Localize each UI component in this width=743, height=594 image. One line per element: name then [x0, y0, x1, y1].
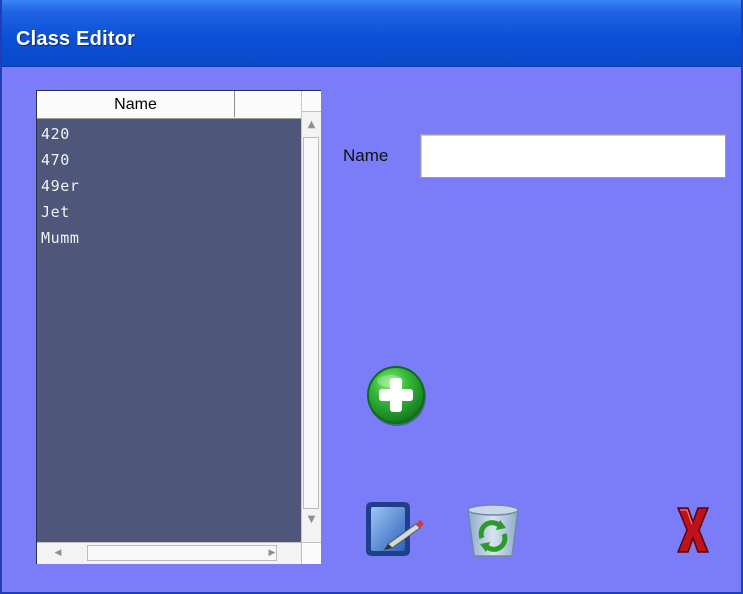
close-button[interactable]	[668, 498, 718, 560]
name-field-label: Name	[343, 146, 389, 165]
list-item[interactable]: 470	[41, 147, 296, 173]
list-item[interactable]: Jet	[41, 199, 296, 225]
scrollbar-top-corner	[302, 91, 321, 112]
list-item[interactable]: 49er	[41, 173, 296, 199]
add-button[interactable]	[366, 365, 428, 427]
red-x-close-icon	[676, 507, 710, 553]
scrollbar-corner	[301, 542, 321, 564]
list-item[interactable]: 420	[41, 121, 296, 147]
list-rows: 420 470 49er Jet Mumm	[41, 121, 296, 251]
edit-pencil-icon	[366, 502, 424, 556]
add-plus-icon	[367, 366, 426, 426]
class-editor-window: Class Editor Name 420 470 49er Jet Mumm …	[0, 0, 743, 594]
edit-button[interactable]	[362, 498, 432, 560]
scroll-left-icon[interactable]: ◀	[43, 543, 73, 564]
vertical-scrollbar[interactable]: ▲ ▼	[301, 91, 321, 542]
scroll-right-icon[interactable]: ▶	[257, 543, 287, 564]
list-item[interactable]: Mumm	[41, 225, 296, 251]
refresh-button[interactable]	[460, 498, 526, 560]
horizontal-scroll-thumb[interactable]	[87, 545, 277, 561]
recycle-refresh-icon	[467, 504, 519, 557]
column-header-name[interactable]: Name	[37, 91, 235, 117]
scroll-up-icon[interactable]: ▲	[302, 116, 321, 134]
column-header-extra[interactable]	[235, 91, 301, 117]
horizontal-scrollbar[interactable]: ◀ ▶	[37, 542, 301, 564]
scroll-down-icon[interactable]: ▼	[302, 511, 321, 529]
class-list[interactable]: Name 420 470 49er Jet Mumm ▲ ▼ ◀ ▶	[36, 90, 321, 564]
title-bar[interactable]: Class Editor	[2, 0, 741, 67]
window-title: Class Editor	[16, 28, 136, 50]
name-input[interactable]	[420, 134, 726, 178]
vertical-scroll-thumb[interactable]	[303, 137, 319, 509]
list-header: Name	[37, 91, 301, 119]
